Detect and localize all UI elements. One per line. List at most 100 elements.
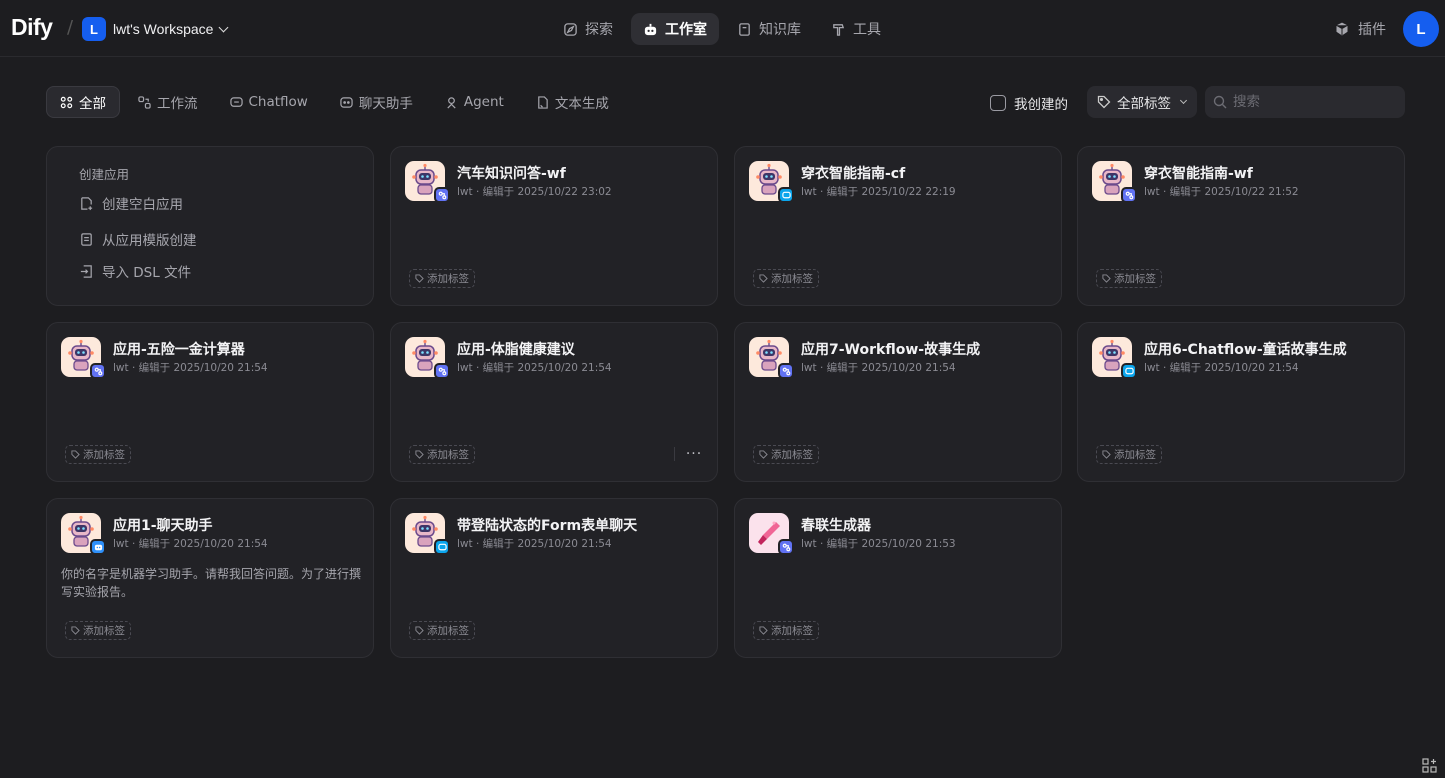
tag-icon: [71, 450, 80, 459]
nav-studio[interactable]: 工作室: [631, 13, 719, 45]
add-tag-button[interactable]: 添加标签: [753, 445, 819, 464]
tab-all[interactable]: 全部: [46, 86, 120, 118]
tab-chat-assistant[interactable]: 聊天助手: [326, 86, 427, 118]
app-icon: [1092, 161, 1137, 203]
app-name: 应用-五险一金计算器: [113, 342, 245, 358]
tab-agent-label: Agent: [463, 94, 504, 110]
tag-icon: [415, 626, 424, 635]
app-card[interactable]: 应用-五险一金计算器 lwt · 编辑于 2025/10/20 21:54 添加…: [46, 322, 374, 482]
dify-logo[interactable]: Dify: [11, 14, 53, 41]
tab-workflow[interactable]: 工作流: [124, 86, 212, 118]
more-options-button[interactable]: ···: [684, 445, 704, 463]
workflow-type-icon: [1121, 187, 1137, 203]
tab-chatflow[interactable]: Chatflow: [216, 86, 322, 118]
app-card[interactable]: 应用6-Chatflow-童话故事生成 lwt · 编辑于 2025/10/20…: [1077, 322, 1405, 482]
tab-chatflow-label: Chatflow: [248, 94, 308, 110]
tag-icon: [1097, 95, 1111, 109]
app-name: 应用7-Workflow-故事生成: [801, 342, 981, 358]
breadcrumb-separator: /: [67, 17, 74, 38]
app-card[interactable]: 应用7-Workflow-故事生成 lwt · 编辑于 2025/10/20 2…: [734, 322, 1062, 482]
app-card[interactable]: 应用1-聊天助手 lwt · 编辑于 2025/10/20 21:54 你的名字…: [46, 498, 374, 658]
app-name: 春联生成器: [801, 518, 871, 534]
tag-icon: [415, 274, 424, 283]
app-card[interactable]: 应用-体脂健康建议 lwt · 编辑于 2025/10/20 21:54 添加标…: [390, 322, 718, 482]
app-card[interactable]: 带登陆状态的Form表单聊天 lwt · 编辑于 2025/10/20 21:5…: [390, 498, 718, 658]
document-icon: [538, 95, 548, 109]
search-input[interactable]: [1233, 94, 1393, 110]
compass-icon: [564, 22, 577, 36]
import-dsl-label: 导入 DSL 文件: [102, 265, 192, 281]
add-tag-button[interactable]: 添加标签: [753, 269, 819, 288]
add-tag-button[interactable]: 添加标签: [409, 621, 475, 640]
create-blank-app-button[interactable]: 创建空白应用: [79, 193, 183, 213]
app-meta: lwt · 编辑于 2025/10/20 21:53: [801, 538, 956, 550]
app-icon: [749, 337, 794, 379]
workspace-switcher[interactable]: L lwt's Workspace: [82, 17, 229, 41]
tab-text-generation[interactable]: 文本生成: [522, 86, 623, 118]
nav-studio-label: 工作室: [665, 22, 707, 38]
add-tag-button[interactable]: 添加标签: [65, 445, 131, 464]
main-nav: 探索 工作室 知识库 工具: [551, 13, 893, 45]
app-meta: lwt · 编辑于 2025/10/20 21:54: [113, 362, 268, 374]
template-icon: [81, 232, 92, 246]
add-tag-label: 添加标签: [1114, 449, 1156, 461]
app-icon: [749, 513, 794, 555]
user-avatar[interactable]: L: [1403, 11, 1439, 47]
app-name: 穿衣智能指南-wf: [1144, 166, 1253, 182]
tag-icon: [759, 450, 768, 459]
created-by-me-filter[interactable]: 我创建的: [990, 93, 1068, 113]
create-app-title: 创建应用: [79, 167, 130, 182]
nav-explore[interactable]: 探索: [551, 13, 625, 45]
import-icon: [80, 264, 92, 278]
workspace-avatar: L: [82, 17, 106, 41]
add-tag-label: 添加标签: [771, 273, 813, 285]
workflow-type-icon: [90, 363, 106, 379]
tab-text-generation-label: 文本生成: [554, 96, 609, 112]
app-card[interactable]: 春联生成器 lwt · 编辑于 2025/10/20 21:53 添加标签: [734, 498, 1062, 658]
create-from-template-button[interactable]: 从应用模版创建: [79, 229, 197, 249]
app-name: 汽车知识问答-wf: [457, 166, 566, 182]
nav-knowledge-label: 知识库: [759, 22, 801, 38]
add-tag-button[interactable]: 添加标签: [409, 445, 475, 464]
add-tag-button[interactable]: 添加标签: [65, 621, 131, 640]
add-tag-button[interactable]: 添加标签: [753, 621, 819, 640]
app-name: 带登陆状态的Form表单聊天: [457, 518, 638, 534]
app-card[interactable]: 穿衣智能指南-wf lwt · 编辑于 2025/10/22 21:52 添加标…: [1077, 146, 1405, 306]
add-tag-button[interactable]: 添加标签: [1096, 445, 1162, 464]
app-card[interactable]: 穿衣智能指南-cf lwt · 编辑于 2025/10/22 22:19 添加标…: [734, 146, 1062, 306]
workflow-type-icon: [434, 187, 450, 203]
app-meta: lwt · 编辑于 2025/10/20 21:54: [457, 362, 612, 374]
chatflow-icon: [229, 96, 243, 107]
tag-icon: [415, 450, 424, 459]
add-tag-button[interactable]: 添加标签: [409, 269, 475, 288]
app-icon: [61, 337, 106, 379]
nav-tools[interactable]: 工具: [819, 13, 893, 45]
import-dsl-button[interactable]: 导入 DSL 文件: [79, 261, 191, 281]
created-by-me-checkbox[interactable]: [990, 95, 1006, 111]
app-icon: [61, 513, 106, 555]
tag-icon: [1102, 450, 1111, 459]
nav-knowledge[interactable]: 知识库: [725, 13, 813, 45]
add-tag-button[interactable]: 添加标签: [1096, 269, 1162, 288]
create-from-template-label: 从应用模版创建: [102, 233, 197, 249]
workflow-icon: [138, 95, 151, 109]
app-name: 应用6-Chatflow-童话故事生成: [1144, 342, 1347, 358]
add-tag-label: 添加标签: [771, 449, 813, 461]
tab-chat-assistant-label: 聊天助手: [358, 96, 413, 112]
tag-icon: [1102, 274, 1111, 283]
workflow-type-icon: [778, 539, 794, 555]
tag-filter-select[interactable]: 全部标签: [1087, 86, 1197, 118]
grid-sparkle-icon[interactable]: [1422, 758, 1438, 774]
app-card[interactable]: 汽车知识问答-wf lwt · 编辑于 2025/10/22 23:02 添加标…: [390, 146, 718, 306]
app-icon: [749, 161, 794, 203]
tab-agent[interactable]: Agent: [431, 86, 518, 118]
workflow-type-icon: [434, 363, 450, 379]
chat-bubble-icon: [340, 96, 353, 108]
workflow-type-icon: [778, 363, 794, 379]
app-name: 应用-体脂健康建议: [457, 342, 575, 358]
workspace-name: lwt's Workspace: [113, 21, 214, 37]
agent-icon: [447, 96, 456, 108]
cube-icon: [1335, 21, 1349, 37]
chatflow-type-icon: [1121, 363, 1137, 379]
plugins-button[interactable]: 插件: [1334, 19, 1386, 39]
